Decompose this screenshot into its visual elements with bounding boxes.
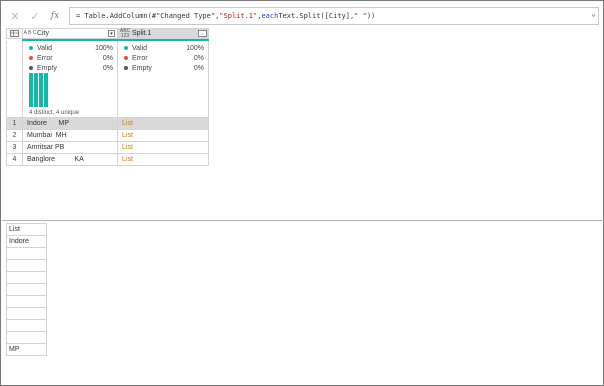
stat-pct: 0% — [102, 64, 113, 72]
preview-item: MP — [6, 344, 47, 356]
column-header-row: A B C City ▾ ABC 123 Split.1 ⇔ — [6, 28, 209, 39]
preview-item — [6, 260, 47, 272]
formula-end: )) — [366, 12, 376, 20]
close-icon[interactable]: ✕ — [5, 6, 25, 26]
expand-column-icon[interactable]: ⇔ — [198, 30, 207, 37]
row-number[interactable]: 1 — [6, 118, 22, 130]
column-profile-city: Valid 100% Error 0% Empty 0% 4 distinct,… — [22, 41, 117, 118]
empty-dot-icon — [29, 66, 33, 70]
stat-pct: 0% — [102, 54, 113, 62]
table-menu-icon[interactable] — [6, 28, 22, 39]
preview-item — [6, 320, 47, 332]
table-row[interactable]: 4 Banglore KA List — [6, 154, 209, 166]
city-cell[interactable]: Indore MP — [22, 118, 117, 130]
stat-pct: 0% — [193, 54, 204, 62]
chevron-down-icon[interactable]: ⌄ — [591, 9, 596, 18]
stat-pct: 100% — [95, 44, 113, 52]
formula-keyword: each — [261, 12, 279, 20]
row-number[interactable]: 2 — [6, 130, 22, 142]
empty-dot-icon — [124, 66, 128, 70]
table-row[interactable]: 2 Mumbai MH List — [6, 130, 209, 142]
formula-string-2: " " — [354, 12, 367, 20]
data-grid: A B C City ▾ ABC 123 Split.1 ⇔ Valid 100… — [6, 28, 209, 166]
error-dot-icon — [29, 56, 33, 60]
list-link[interactable]: List — [117, 118, 209, 130]
stat-label: Empty — [132, 64, 152, 72]
city-cell[interactable]: Amritsar PB — [22, 142, 117, 154]
column-header-label: Split.1 — [132, 30, 152, 37]
formula-prefix: = Table.AddColumn(#"Changed Type", — [76, 12, 220, 20]
valid-dot-icon — [29, 46, 33, 50]
column-header-split1[interactable]: ABC 123 Split.1 ⇔ — [117, 28, 209, 39]
table-row[interactable]: 3 Amritsar PB List — [6, 142, 209, 154]
preview-item — [6, 284, 47, 296]
distribution-bar[interactable] — [29, 73, 33, 107]
stat-empty: Empty 0% — [124, 63, 204, 73]
stat-error: Error 0% — [124, 53, 204, 63]
preview-item — [6, 272, 47, 284]
row-number[interactable]: 3 — [6, 142, 22, 154]
power-query-window: ✕ ✓ fx = Table.AddColumn(#"Changed Type"… — [0, 0, 604, 386]
distribution-bar[interactable] — [44, 73, 48, 107]
formula-bar: ✕ ✓ fx = Table.AddColumn(#"Changed Type"… — [5, 5, 601, 27]
preview-item — [6, 296, 47, 308]
stat-error: Error 0% — [29, 53, 113, 63]
any-type-icon[interactable]: ABC 123 — [118, 28, 132, 39]
column-profile-split1: Valid 100% Error 0% Empty 0% — [117, 41, 209, 118]
preview-header: List — [6, 223, 47, 236]
row-number[interactable]: 4 — [6, 154, 22, 166]
column-header-label: City — [37, 30, 50, 37]
column-profile-row: Valid 100% Error 0% Empty 0% 4 distinct,… — [6, 41, 209, 118]
chevron-down-icon[interactable]: ▾ — [108, 30, 115, 37]
stat-label: Valid — [37, 44, 53, 52]
preview-item — [6, 248, 47, 260]
distribution-bar[interactable] — [34, 73, 38, 107]
distribution-bar[interactable] — [39, 73, 43, 107]
stat-valid: Valid 100% — [29, 43, 113, 53]
distinct-count-label: 4 distinct, 4 unique — [29, 110, 80, 116]
list-link[interactable]: List — [117, 142, 209, 154]
column-header-city[interactable]: A B C City ▾ — [22, 28, 117, 39]
preview-item — [6, 332, 47, 344]
formula-input[interactable]: = Table.AddColumn(#"Changed Type", "Spli… — [69, 7, 599, 25]
preview-item: Indore — [6, 236, 47, 248]
fx-icon[interactable]: fx — [45, 6, 65, 26]
distribution-chart[interactable] — [29, 73, 48, 107]
stat-valid: Valid 100% — [124, 43, 204, 53]
error-dot-icon — [124, 56, 128, 60]
table-row[interactable]: 1 Indore MP List — [6, 118, 209, 130]
preview-item — [6, 308, 47, 320]
stat-label: Empty — [37, 64, 57, 72]
stat-label: Error — [132, 54, 148, 62]
stat-empty: Empty 0% — [29, 63, 113, 73]
stat-label: Error — [37, 54, 53, 62]
city-cell[interactable]: Banglore KA — [22, 154, 117, 166]
check-icon[interactable]: ✓ — [25, 6, 45, 26]
stat-pct: 100% — [186, 44, 204, 52]
text-type-icon[interactable]: A B C — [23, 31, 37, 36]
formula-rest: Text.Split([City], — [278, 12, 355, 20]
preview-list: Indore MP — [6, 236, 47, 356]
list-link[interactable]: List — [117, 130, 209, 142]
stat-label: Valid — [132, 44, 148, 52]
valid-dot-icon — [124, 46, 128, 50]
city-cell[interactable]: Mumbai MH — [22, 130, 117, 142]
list-link[interactable]: List — [117, 154, 209, 166]
pane-splitter[interactable] — [2, 220, 604, 221]
value-preview-pane: List Indore MP — [6, 223, 47, 356]
stat-pct: 0% — [193, 64, 204, 72]
formula-string-1: "Split.1" — [219, 12, 258, 20]
